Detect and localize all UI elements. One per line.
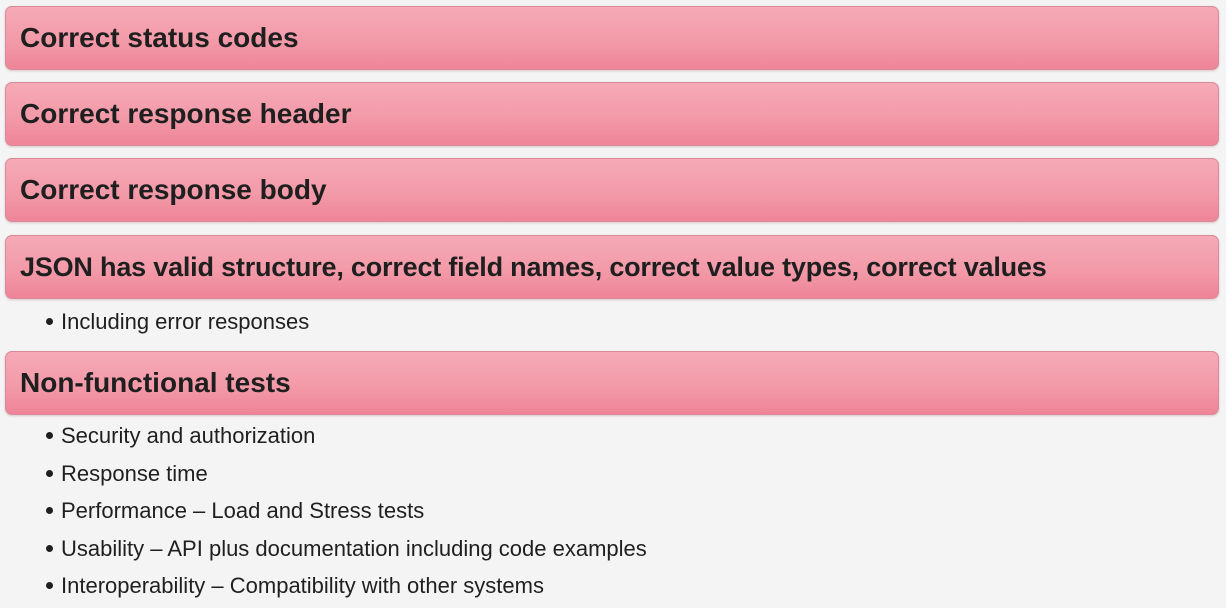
bullet-icon (46, 544, 53, 552)
bullet-item: Response time (46, 455, 647, 493)
bullet-icon (46, 432, 53, 440)
section-heading-bar: Correct response header (5, 82, 1219, 146)
bullet-list: Security and authorization Response time… (46, 417, 647, 605)
bullet-item: Interoperability – Compatibility with ot… (46, 567, 647, 605)
section-heading-bar: Correct response body (5, 158, 1219, 222)
section-heading-bar: Correct status codes (5, 6, 1219, 70)
bullet-text: Response time (61, 460, 208, 486)
bullet-item: Usability – API plus documentation inclu… (46, 530, 647, 568)
bullet-text: Security and authorization (61, 423, 316, 448)
bullet-icon (46, 318, 53, 326)
section-heading: Correct response header (20, 98, 352, 129)
section-heading-bar: Non-functional tests (5, 351, 1219, 415)
bullet-icon (46, 507, 53, 515)
bullet-list: Including error responses (46, 303, 309, 341)
section-heading-bar: JSON has valid structure, correct field … (5, 235, 1219, 299)
slide: Correct status codes Correct response he… (0, 0, 1226, 608)
bullet-text: Interoperability – Compatibility with ot… (61, 573, 544, 598)
section-heading: Correct status codes (20, 22, 299, 53)
section-heading: Correct response body (20, 174, 327, 205)
bullet-item: Security and authorization (46, 417, 647, 455)
section-heading: JSON has valid structure, correct field … (20, 251, 1047, 282)
bullet-text: Performance – Load and Stress tests (61, 498, 425, 523)
bullet-item: Performance – Load and Stress tests (46, 492, 647, 530)
bullet-icon (46, 469, 53, 477)
bullet-item: Including error responses (46, 303, 309, 341)
bullet-text: Including error responses (61, 309, 310, 334)
bullet-icon (46, 582, 53, 590)
section-heading: Non-functional tests (20, 367, 291, 398)
bullet-text: Usability – API plus documentation inclu… (61, 535, 647, 561)
